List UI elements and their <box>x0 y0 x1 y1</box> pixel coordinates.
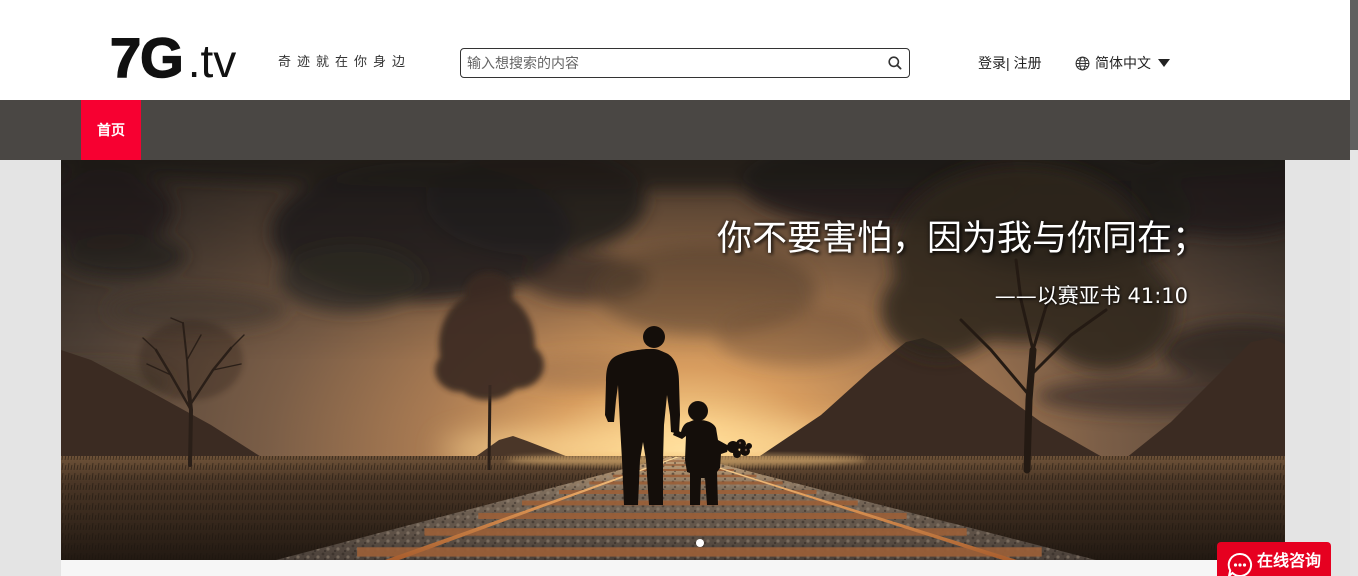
nav-item-home[interactable]: 首页 <box>81 100 141 160</box>
carousel-dot[interactable] <box>696 539 704 547</box>
logo-main-text: 7G <box>109 26 184 89</box>
banner-quote-reference: ——以赛亚书 41:10 <box>994 284 1188 308</box>
railroad-tie <box>424 528 967 536</box>
login-link[interactable]: 登录 <box>978 55 1006 71</box>
banner-quote: 你不要害怕，因为我与你同在； <box>716 219 1207 259</box>
content-area-top <box>61 560 1285 576</box>
main-nav: 首页 <box>0 100 1350 160</box>
language-selector[interactable]: 简体中文 <box>1075 54 1170 72</box>
search-button[interactable] <box>887 55 903 71</box>
page: 7G .tv 奇迹就在你身边 登录|注册 简体中文 <box>0 0 1358 576</box>
language-label: 简体中文 <box>1095 55 1151 71</box>
auth-links: 登录| 注册 <box>978 54 1042 72</box>
search-box <box>460 48 910 78</box>
globe-icon <box>1075 56 1090 70</box>
online-consult-button[interactable]: 在线咨询 <box>1217 542 1331 576</box>
site-tagline: 奇迹就在你身边 <box>278 54 412 69</box>
railroad-tie <box>589 481 783 485</box>
register-link[interactable]: 注册 <box>1014 55 1042 71</box>
railroad-tie <box>357 547 1042 557</box>
caret-down-icon <box>1158 59 1170 67</box>
chat-bubble-icon <box>1227 552 1252 576</box>
railroad-tie <box>559 490 817 494</box>
site-header: 7G .tv 奇迹就在你身边 登录|注册 简体中文 <box>0 0 1350 100</box>
logo-suffix-text: .tv <box>187 35 237 87</box>
carousel-indicators <box>696 539 704 547</box>
railroad-tie <box>478 512 907 519</box>
hero-banner[interactable]: 你不要害怕，因为我与你同在； ——以赛亚书 41:10 <box>61 160 1285 560</box>
railroad-tie <box>522 500 858 506</box>
site-logo[interactable]: 7G .tv <box>109 26 237 89</box>
auth-separator: | <box>1006 55 1010 71</box>
search-input[interactable] <box>461 49 881 77</box>
online-consult-label: 在线咨询 <box>1257 553 1322 570</box>
search-icon <box>888 56 902 70</box>
scrollbar-thumb[interactable] <box>1350 0 1358 150</box>
